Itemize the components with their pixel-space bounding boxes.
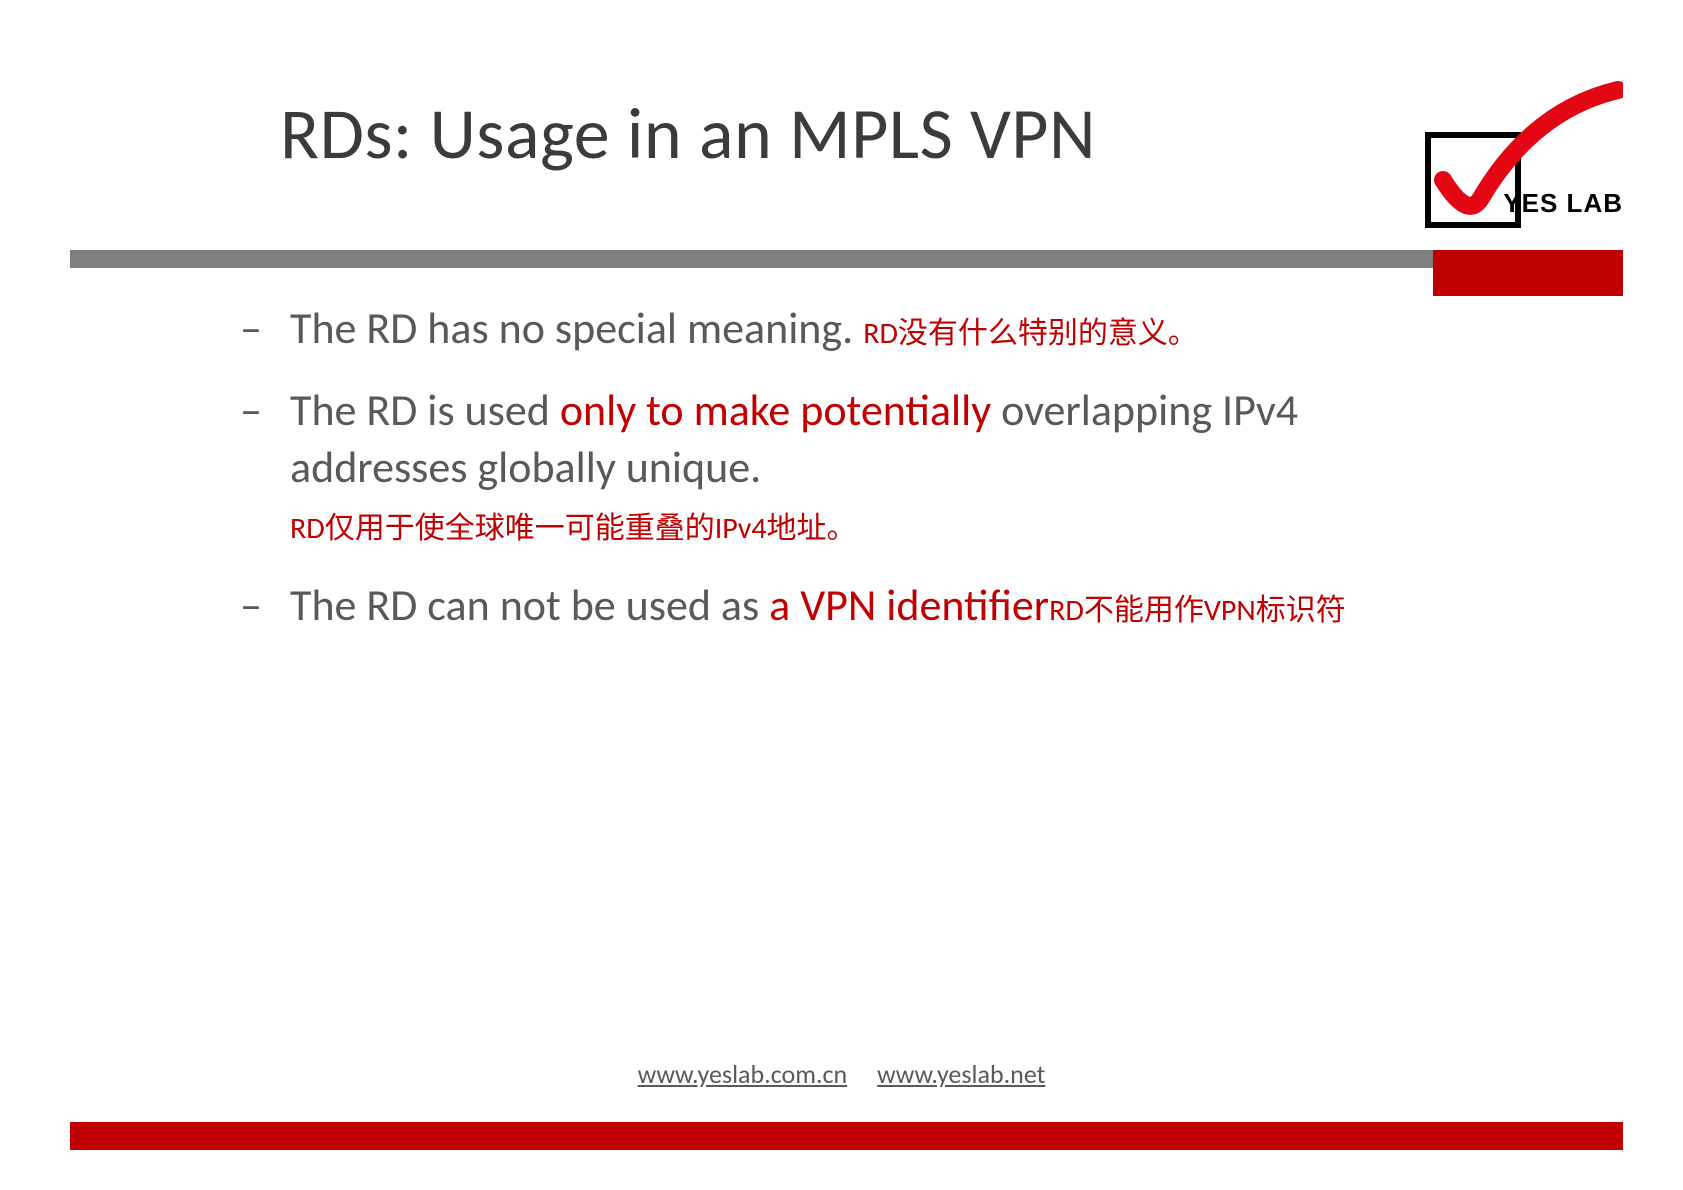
slide: RDs: Usage in an MPLS VPN YES LAB – The … (0, 0, 1683, 1190)
footer-links: www.yeslab.com.cn www.yeslab.net (0, 1058, 1683, 1090)
body-content: – The RD has no special meaning. RD没有什么特… (240, 300, 1483, 660)
bullet-1-text: The RD has no special meaning. (290, 301, 863, 355)
bullet-2-annotation: RD仅用于使全球唯一可能重叠的IPv4地址。 (290, 510, 857, 547)
bullet-3-prefix: The RD can not be used as (290, 578, 769, 632)
accent-red-bottom (70, 1122, 1623, 1150)
footer-link-2[interactable]: www.yeslab.net (877, 1058, 1045, 1090)
bullet-3: – The RD can not be used as a VPN identi… (240, 577, 1483, 633)
bullet-2-prefix: The RD is used (290, 383, 560, 437)
bullet-2-emphasis: only to make potentially (560, 383, 991, 437)
logo-text: YES LAB (1503, 188, 1623, 219)
slide-title: RDs: Usage in an MPLS VPN (280, 90, 1096, 178)
dash-icon: – (240, 300, 262, 356)
bullet-2: – The RD is used only to make potentiall… (240, 382, 1483, 551)
accent-red-top (1433, 250, 1623, 296)
dash-icon: – (240, 382, 262, 438)
divider-gray (70, 250, 1433, 268)
bullet-1: – The RD has no special meaning. RD没有什么特… (240, 300, 1483, 356)
bullet-1-annotation: RD没有什么特别的意义。 (863, 315, 1198, 352)
bullet-3-annotation: RD不能用作VPN标识符 (1049, 592, 1346, 629)
bullet-3-emphasis: a VPN identifier (769, 578, 1049, 632)
dash-icon: – (240, 577, 262, 633)
footer-link-1[interactable]: www.yeslab.com.cn (638, 1058, 848, 1090)
